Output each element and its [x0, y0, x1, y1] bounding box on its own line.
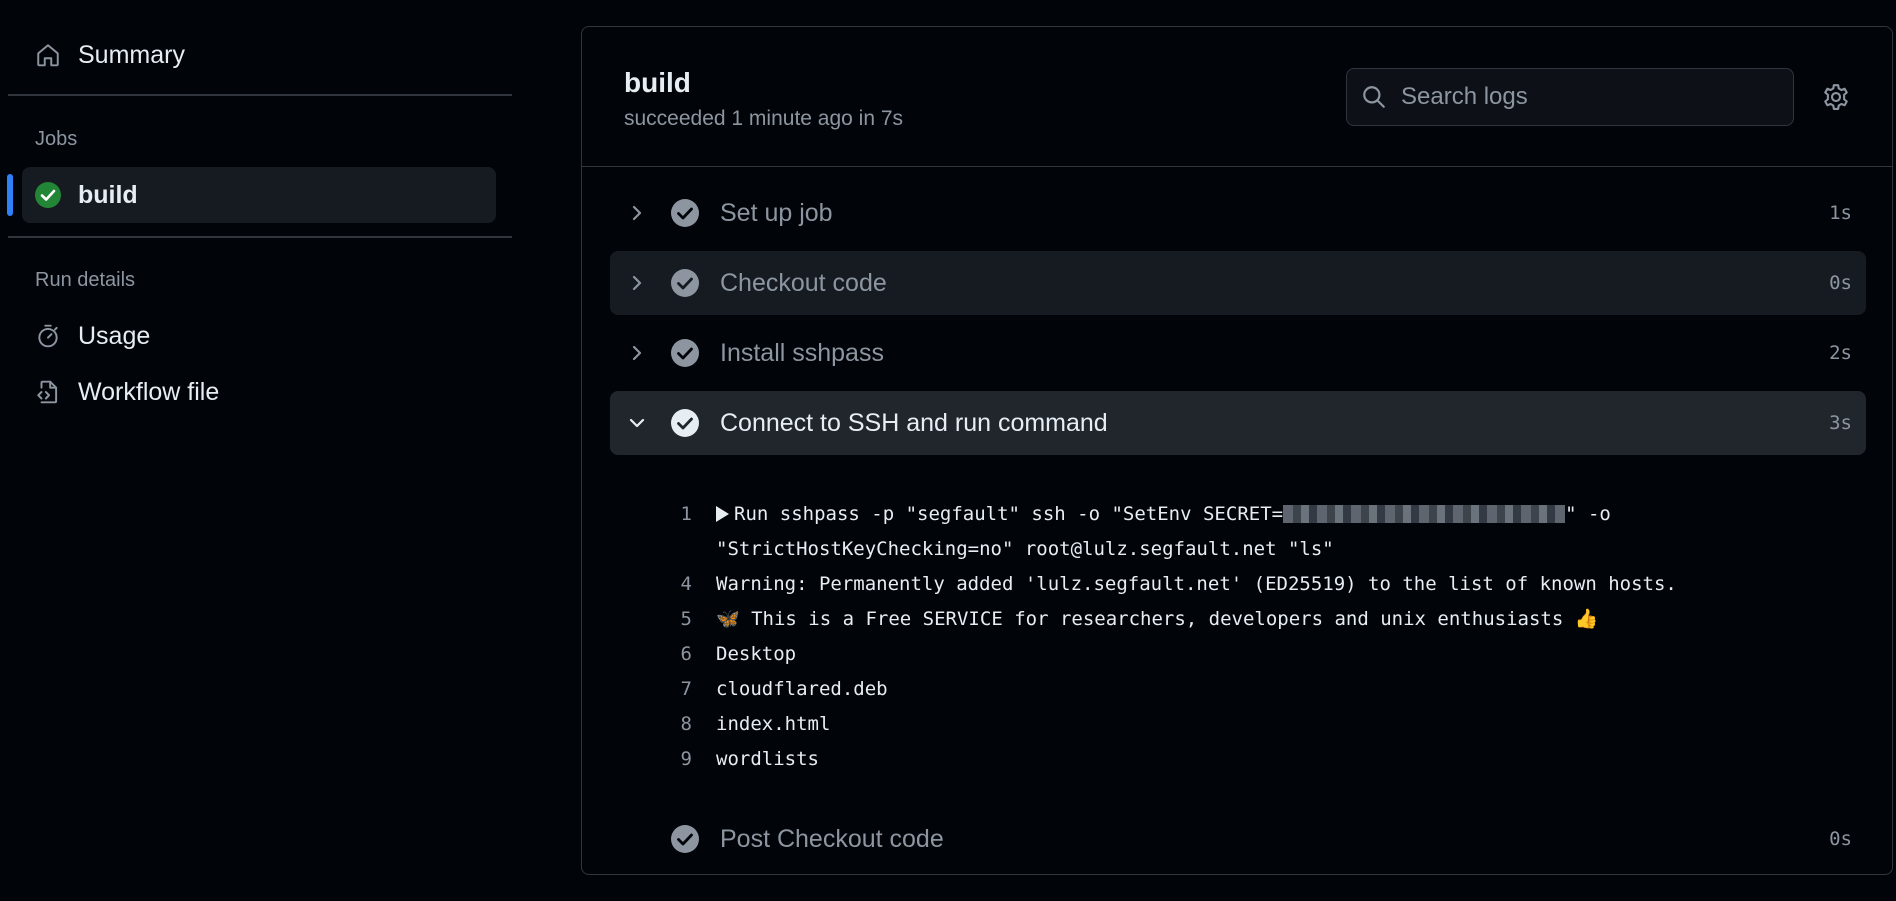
log-line: 4 Warning: Permanently added 'lulz.segfa…: [610, 566, 1866, 601]
log-line: "StrictHostKeyChecking=no" root@lulz.seg…: [610, 531, 1866, 566]
sidebar-item-label: Summary: [78, 40, 185, 69]
line-number: 7: [680, 677, 692, 700]
success-check-icon: [34, 181, 62, 209]
step-set-up-job[interactable]: Set up job 1s: [610, 181, 1866, 245]
chevron-down-icon: [624, 410, 650, 436]
step-success-icon: [670, 408, 700, 438]
step-connect-ssh[interactable]: Connect to SSH and run command 3s: [610, 391, 1866, 455]
log-text: index.html: [716, 712, 831, 735]
gear-icon: [1821, 82, 1851, 112]
step-name: Set up job: [720, 198, 833, 227]
step-post-checkout-code[interactable]: Post Checkout code 0s: [610, 807, 1866, 871]
chevron-right-icon: [624, 340, 650, 366]
sidebar-item-workflow-file[interactable]: Workflow file: [22, 364, 496, 420]
step-success-icon: [670, 338, 700, 368]
step-name: Post Checkout code: [720, 824, 944, 853]
log-line: 7 cloudflared.deb: [610, 671, 1866, 706]
search-logs-box[interactable]: [1346, 68, 1794, 126]
job-log-panel: build succeeded 1 minute ago in 7s Searc…: [581, 26, 1893, 875]
log-line: 9 wordlists: [610, 741, 1866, 776]
line-number: 1: [680, 502, 692, 525]
step-name: Connect to SSH and run command: [720, 408, 1108, 437]
step-duration: 1s: [1829, 202, 1852, 224]
log-text: Desktop: [716, 642, 797, 665]
step-success-icon: [670, 268, 700, 298]
chevron-right-icon: [624, 200, 650, 226]
job-status-text: succeeded 1 minute ago in 7s: [624, 107, 904, 130]
step-duration: 3s: [1829, 412, 1852, 434]
home-icon: [34, 41, 62, 69]
line-number: 5: [680, 607, 692, 630]
log-settings-button[interactable]: [1818, 79, 1854, 115]
active-indicator: [7, 174, 13, 216]
sidebar-divider: [8, 236, 512, 238]
log-line: 5 🦋 This is a Free SERVICE for researche…: [610, 601, 1866, 636]
sidebar-item-label: Workflow file: [78, 377, 220, 406]
log-line: 1 Run sshpass -p "segfault" ssh -o "SetE…: [610, 496, 1866, 531]
sidebar: Summary Jobs build Run details Usage Wor…: [0, 0, 520, 901]
sidebar-item-build[interactable]: build: [22, 167, 496, 223]
search-icon: [1361, 84, 1387, 110]
log-text: " -o: [1565, 502, 1611, 525]
search-logs-input[interactable]: [1399, 82, 1793, 112]
line-number: 9: [680, 747, 692, 770]
step-install-sshpass[interactable]: Install sshpass 2s: [610, 321, 1866, 385]
job-header: build succeeded 1 minute ago in 7s: [582, 27, 1892, 167]
expand-triangle-icon[interactable]: [716, 505, 729, 522]
log-line: 8 index.html: [610, 706, 1866, 741]
step-duration: 2s: [1829, 342, 1852, 364]
step-name: Install sshpass: [720, 338, 884, 367]
line-number: 6: [680, 642, 692, 665]
step-log-output: 1 Run sshpass -p "segfault" ssh -o "SetE…: [610, 496, 1866, 776]
redacted-secret: [1283, 504, 1566, 523]
log-text: 🦋 This is a Free SERVICE for researchers…: [716, 608, 1599, 630]
log-text: cloudflared.deb: [716, 677, 888, 700]
run-details-heading: Run details: [35, 269, 136, 291]
step-name: Checkout code: [720, 268, 887, 297]
log-text: wordlists: [716, 747, 819, 770]
log-text: Run sshpass -p "segfault" ssh -o "SetEnv…: [734, 502, 1284, 525]
line-number: 8: [680, 712, 692, 735]
step-checkout-code[interactable]: Checkout code 0s: [610, 251, 1866, 315]
sidebar-item-usage[interactable]: Usage: [22, 308, 496, 364]
sidebar-item-label: build: [78, 180, 138, 209]
sidebar-item-summary[interactable]: Summary: [22, 27, 496, 83]
log-text: Warning: Permanently added 'lulz.segfaul…: [716, 572, 1677, 595]
step-success-icon: [670, 198, 700, 228]
line-number: 4: [680, 572, 692, 595]
chevron-right-icon: [624, 270, 650, 296]
sidebar-item-label: Usage: [78, 321, 151, 350]
jobs-heading: Jobs: [35, 128, 78, 150]
step-success-icon: [670, 824, 700, 854]
sidebar-divider: [8, 94, 512, 96]
stopwatch-icon: [34, 322, 62, 350]
log-line: 6 Desktop: [610, 636, 1866, 671]
file-code-icon: [34, 378, 62, 406]
job-title: build: [624, 67, 691, 98]
step-duration: 0s: [1829, 828, 1852, 850]
step-duration: 0s: [1829, 272, 1852, 294]
log-text: "StrictHostKeyChecking=no" root@lulz.seg…: [716, 537, 1334, 560]
